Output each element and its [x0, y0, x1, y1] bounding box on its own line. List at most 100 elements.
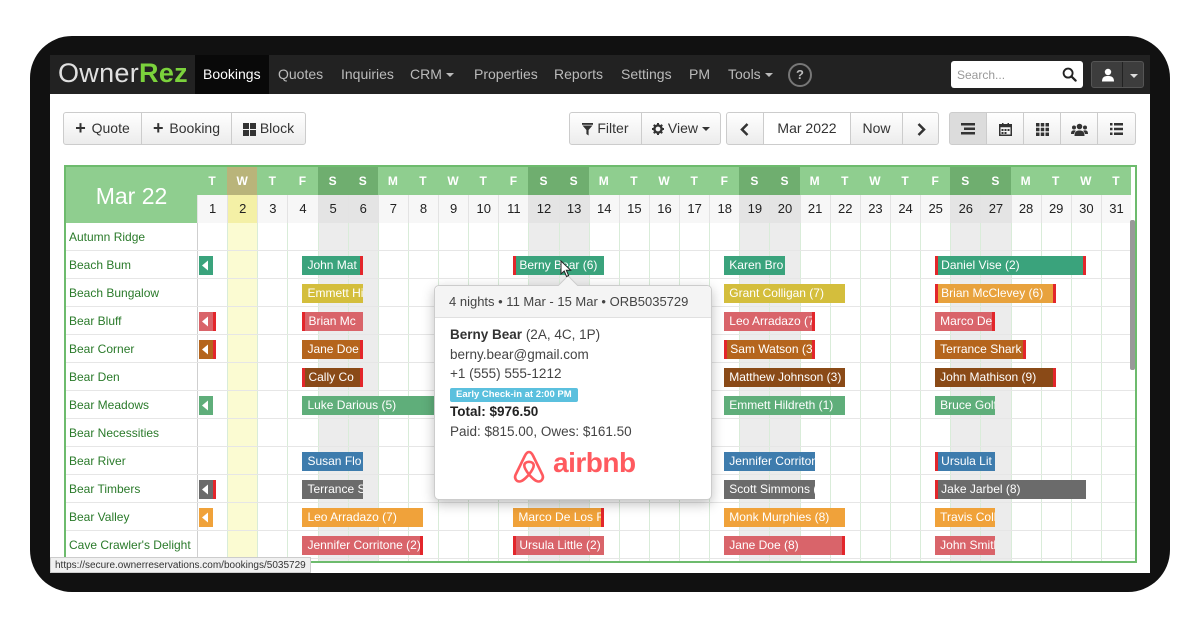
property-name[interactable]: Bear Den	[69, 363, 120, 391]
guests-view-button[interactable]	[1060, 112, 1098, 145]
day-number[interactable]: 13	[558, 195, 589, 223]
add-block-button[interactable]: Block	[231, 112, 306, 145]
day-number[interactable]: 14	[588, 195, 619, 223]
property-name[interactable]: Bear River	[69, 447, 126, 475]
day-number[interactable]: 16	[648, 195, 680, 223]
day-number[interactable]: 31	[1100, 195, 1132, 223]
booking-bar[interactable]: Terrance Shark (	[302, 480, 363, 499]
property-name[interactable]: Bear Corner	[69, 335, 134, 363]
booking-bar[interactable]: John Mat	[302, 256, 363, 275]
calendar-scrollbar[interactable]	[1130, 220, 1135, 370]
prior-month-booking-stub[interactable]	[199, 396, 213, 415]
booking-bar[interactable]: Matthew Johnson (3)	[724, 368, 845, 387]
booking-bar[interactable]: John Mathison (9)	[935, 368, 1056, 387]
day-number[interactable]: 11	[498, 195, 529, 223]
property-name[interactable]: Beach Bungalow	[69, 279, 159, 307]
help-button[interactable]: ?	[788, 63, 812, 87]
nav-bookings[interactable]: Bookings	[195, 55, 269, 94]
month-picker[interactable]: Mar 2022	[763, 112, 851, 145]
booking-bar[interactable]: Berny Bear (6)	[513, 256, 604, 275]
booking-bar[interactable]: Scott Simmons (3)	[724, 480, 815, 499]
add-booking-button[interactable]: + Booking	[141, 112, 232, 145]
day-number[interactable]: 7	[377, 195, 408, 223]
day-number[interactable]: 6	[347, 195, 378, 223]
day-number[interactable]: 22	[829, 195, 860, 223]
nav-tools[interactable]: Tools	[720, 55, 781, 94]
prev-month-button[interactable]	[726, 112, 764, 145]
day-number[interactable]: 12	[528, 195, 559, 223]
day-number[interactable]: 3	[257, 195, 288, 223]
booking-bar[interactable]: Jennifer Corriton	[724, 452, 815, 471]
day-number[interactable]: 27	[980, 195, 1011, 223]
list-view-button[interactable]	[1097, 112, 1136, 145]
nav-reports[interactable]: Reports	[546, 55, 611, 94]
app-logo[interactable]: OwnerRez	[58, 58, 188, 89]
day-number[interactable]: 5	[317, 195, 348, 223]
day-number[interactable]: 17	[679, 195, 710, 223]
booking-bar[interactable]: Karen Bro	[724, 256, 785, 275]
booking-bar[interactable]: Ursula Little (2)	[513, 536, 604, 555]
nav-quotes[interactable]: Quotes	[270, 55, 331, 94]
now-button[interactable]: Now	[850, 112, 903, 145]
booking-bar[interactable]: Ursula Lit	[935, 452, 996, 471]
day-number[interactable]: 8	[407, 195, 439, 223]
prior-month-booking-stub[interactable]	[199, 480, 216, 499]
property-name[interactable]: Cave Crawler's Delight	[69, 531, 191, 559]
timeline-view-button[interactable]	[949, 112, 987, 145]
filter-button[interactable]: Filter	[569, 112, 642, 145]
booking-bar[interactable]: Bruce Golf	[935, 396, 996, 415]
booking-bar[interactable]: Marco De Los F	[513, 508, 604, 527]
day-number[interactable]: 10	[468, 195, 499, 223]
booking-bar[interactable]: Emmett Hildreth (1)	[724, 396, 845, 415]
property-name[interactable]: Bear Necessities	[69, 419, 159, 447]
view-dropdown-button[interactable]: View	[641, 112, 721, 145]
day-number[interactable]: 24	[889, 195, 921, 223]
booking-bar[interactable]: Jane Doe (8)	[724, 536, 845, 555]
property-name[interactable]: Bear Bluff	[69, 307, 121, 335]
day-number[interactable]: 2	[227, 195, 258, 223]
property-name[interactable]: Bear Valley	[69, 503, 129, 531]
booking-bar[interactable]: Grant Colligan (7)	[724, 284, 845, 303]
day-number[interactable]: 30	[1070, 195, 1101, 223]
booking-bar[interactable]: Leo Arradazo (7)	[302, 508, 423, 527]
add-quote-button[interactable]: + Quote	[63, 112, 142, 145]
day-number[interactable]: 15	[618, 195, 649, 223]
booking-bar[interactable]: Brian McClevey (6)	[935, 284, 1056, 303]
day-number[interactable]: 29	[1040, 195, 1071, 223]
month-view-button[interactable]	[986, 112, 1024, 145]
next-month-button[interactable]	[902, 112, 939, 145]
day-number[interactable]: 21	[799, 195, 830, 223]
day-number[interactable]: 28	[1010, 195, 1041, 223]
booking-bar[interactable]: Cally Co	[302, 368, 363, 387]
prior-month-booking-stub[interactable]	[199, 312, 216, 331]
day-number[interactable]: 20	[769, 195, 800, 223]
day-number[interactable]: 1	[197, 195, 228, 223]
booking-bar[interactable]: Monk Murphies (8)	[724, 508, 845, 527]
prior-month-booking-stub[interactable]	[199, 256, 213, 275]
booking-bar[interactable]: Susan Flo	[302, 452, 363, 471]
day-number[interactable]: 23	[859, 195, 890, 223]
day-number[interactable]: 25	[920, 195, 951, 223]
booking-bar[interactable]: Daniel Vise (2)	[935, 256, 1086, 275]
day-number[interactable]: 9	[438, 195, 469, 223]
property-name[interactable]: Bear Meadows	[69, 391, 149, 419]
guest-name[interactable]: Berny Bear	[450, 327, 522, 342]
booking-bar[interactable]: Leo Arradazo (7)	[724, 312, 815, 331]
booking-bar[interactable]: Jake Jarbel (8)	[935, 480, 1086, 499]
day-number[interactable]: 19	[739, 195, 770, 223]
user-menu-button[interactable]	[1091, 61, 1144, 88]
booking-bar[interactable]: John Smith	[935, 536, 996, 555]
prior-month-booking-stub[interactable]	[199, 340, 216, 359]
search-icon[interactable]	[1062, 67, 1077, 82]
nav-settings[interactable]: Settings	[613, 55, 680, 94]
grid-view-button[interactable]	[1023, 112, 1061, 145]
booking-bar[interactable]: Brian Mc	[302, 312, 363, 331]
day-number[interactable]: 26	[950, 195, 981, 223]
booking-bar[interactable]: Jennifer Corritone (2)	[302, 536, 423, 555]
booking-bar[interactable]: Luke Darious (5)	[302, 396, 454, 415]
nav-inquiries[interactable]: Inquiries	[333, 55, 402, 94]
property-name[interactable]: Beach Bum	[69, 251, 131, 279]
booking-bar[interactable]: Emmett Hi	[302, 284, 363, 303]
nav-crm[interactable]: CRM	[402, 55, 462, 94]
booking-bar[interactable]: Travis Coll	[935, 508, 996, 527]
